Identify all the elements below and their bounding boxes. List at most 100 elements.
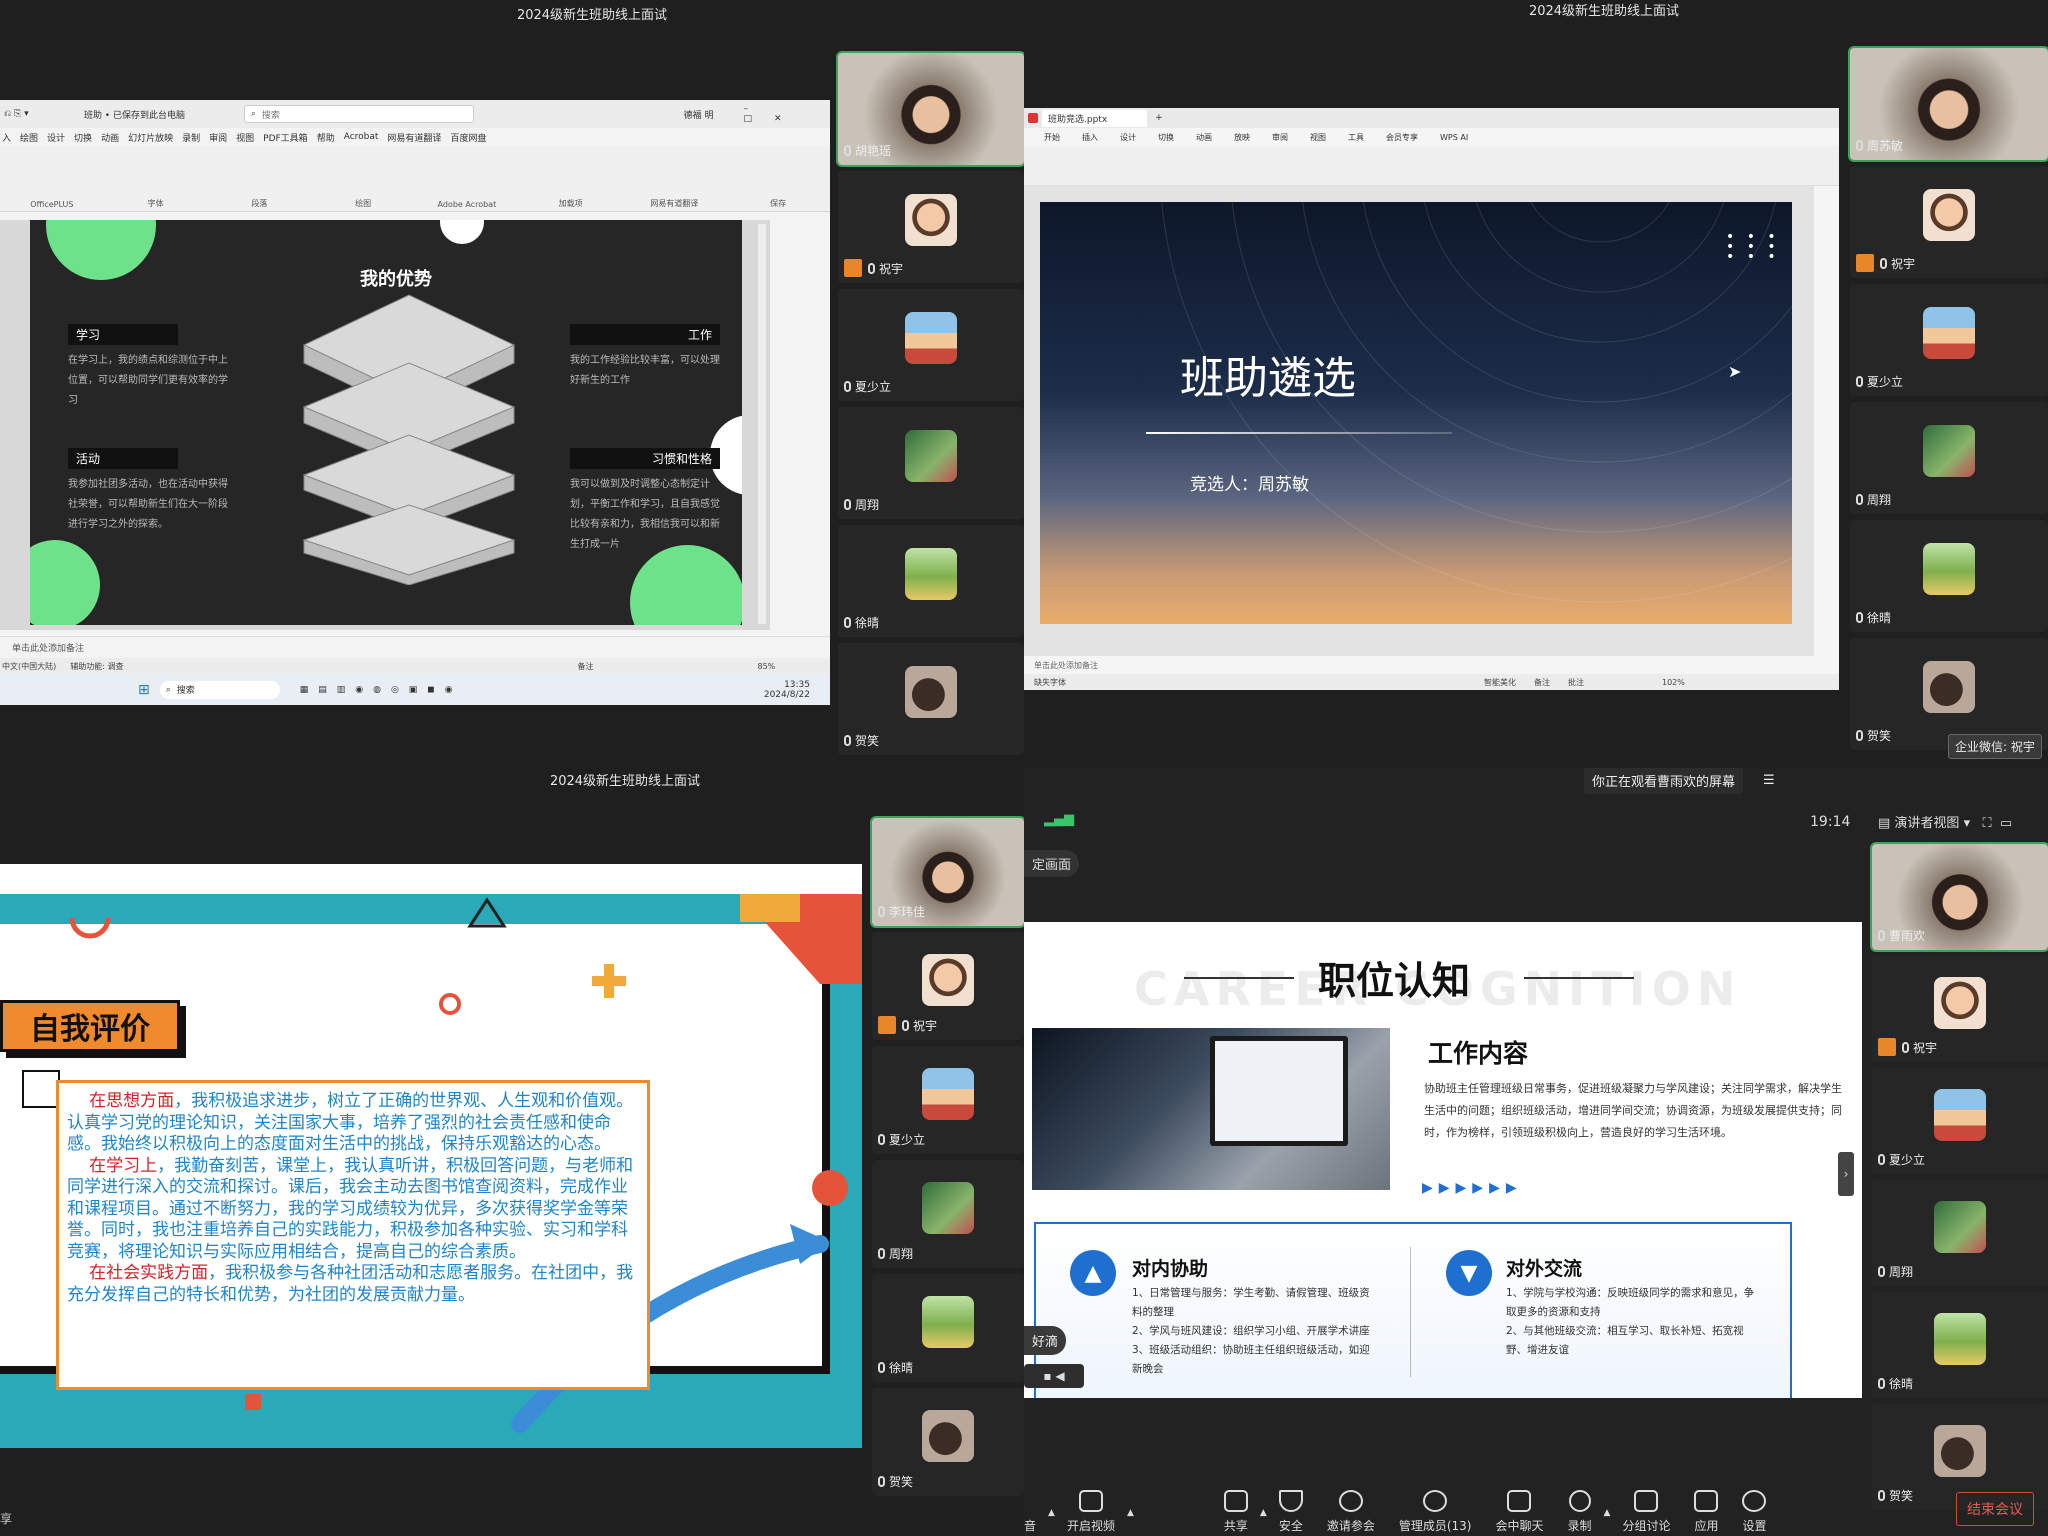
- menu-item[interactable]: Acrobat: [344, 132, 379, 142]
- participant-tile[interactable]: 徐晴: [838, 525, 1024, 637]
- participant-tile[interactable]: 祝宇: [872, 932, 1024, 1040]
- record-button[interactable]: 录制: [1568, 1490, 1592, 1534]
- menu-item[interactable]: 百度网盘: [450, 131, 486, 144]
- menu-item[interactable]: 入: [2, 131, 11, 144]
- banner-menu-icon[interactable]: ☰: [1763, 773, 1775, 788]
- participant-tile[interactable]: 李玮佳: [870, 816, 1024, 928]
- menu-item[interactable]: 工具: [1348, 132, 1364, 143]
- participant-tile[interactable]: 祝宇: [1872, 956, 2048, 1062]
- members-button[interactable]: 管理成员(13): [1399, 1490, 1471, 1534]
- menu-item[interactable]: 审阅: [1272, 132, 1288, 143]
- participant-tile[interactable]: 胡艳瑶: [836, 51, 1024, 167]
- menu-item[interactable]: PDF工具箱: [263, 131, 308, 144]
- end-meeting-button[interactable]: 结束会议: [1956, 1492, 2034, 1526]
- menu-item[interactable]: 视图: [236, 131, 254, 144]
- participant-tile[interactable]: 周翔: [872, 1160, 1024, 1268]
- menu-item[interactable]: 切换: [1158, 132, 1174, 143]
- participant-tile[interactable]: 祝宇: [838, 171, 1024, 283]
- participant-tile[interactable]: 周苏敏: [1848, 46, 2048, 162]
- menu-item[interactable]: 绘图: [20, 131, 38, 144]
- audio-button[interactable]: 音: [1024, 1517, 1036, 1534]
- right-toolbar[interactable]: [1819, 198, 1839, 528]
- participant-tile[interactable]: 祝宇: [1850, 166, 2048, 278]
- menu-item[interactable]: 放映: [1234, 132, 1250, 143]
- record-caret[interactable]: ▲: [1604, 1508, 1611, 1518]
- menu-item[interactable]: WPS AI: [1440, 133, 1468, 142]
- participant-tile[interactable]: 曹雨欢: [1870, 842, 2048, 952]
- menu-item[interactable]: 视图: [1310, 132, 1326, 143]
- start-icon[interactable]: ⊞: [138, 682, 150, 698]
- mic-icon: [878, 1134, 885, 1145]
- participant-tile[interactable]: 周翔: [1850, 402, 2048, 514]
- chat-button[interactable]: 会中聊天: [1495, 1490, 1544, 1534]
- menu-item[interactable]: 审阅: [209, 131, 227, 144]
- taskbar-search[interactable]: ⌕ 搜索: [159, 680, 280, 699]
- comment-button[interactable]: 备注: [1534, 677, 1550, 688]
- collapse-panel-button[interactable]: ›: [1838, 1152, 1854, 1196]
- participant-tile[interactable]: 徐晴: [872, 1274, 1024, 1382]
- meeting-window-q4: 你正在观看曹雨欢的屏幕 ☰ ▂▄▆ 19:14 ▤ 演讲者视图 ▾ ⛶ ▭ 定画…: [1024, 768, 2048, 1536]
- video-button[interactable]: 开启视频: [1067, 1490, 1115, 1534]
- menu-item[interactable]: 动画: [1196, 132, 1212, 143]
- shared-slide[interactable]: 自我评价 在思想方面，我积极追求进步，树立了正确的世界观、人生观和价值观。认真学…: [0, 864, 862, 1448]
- invite-button[interactable]: 邀请参会: [1327, 1490, 1375, 1534]
- settings-button[interactable]: 设置: [1742, 1490, 1766, 1534]
- security-button[interactable]: 安全: [1278, 1490, 1303, 1534]
- participant-tile[interactable]: 夏少立: [872, 1046, 1024, 1154]
- slide[interactable]: 我的优势 学习 在学习上，我的绩点和综测位于中上位置，可以帮助同学们更有效率的学…: [30, 220, 742, 625]
- menu-item[interactable]: 设计: [47, 131, 65, 144]
- participant-tile[interactable]: 周翔: [1872, 1180, 2048, 1286]
- participant-tile[interactable]: 贺笑: [872, 1388, 1024, 1496]
- menu-item[interactable]: 插入: [1082, 132, 1098, 143]
- menu-item[interactable]: 幻灯片放映: [128, 131, 173, 144]
- notes-pane[interactable]: 单击此处添加备注: [1034, 660, 1098, 671]
- video-caret[interactable]: ▲: [1127, 1508, 1134, 1518]
- participant-tile[interactable]: 周翔: [838, 407, 1024, 519]
- menu-item[interactable]: 动画: [101, 131, 119, 144]
- slide-nav-prev[interactable]: ▪ ◀: [1024, 1364, 1084, 1388]
- slide[interactable]: • • • • • • • • • 班助遴选 竞选人：周苏敏: [1040, 202, 1792, 624]
- menu-item[interactable]: 网易有道翻译: [387, 131, 441, 144]
- side-tools[interactable]: [785, 240, 825, 540]
- participant-tile[interactable]: 夏少立: [1872, 1068, 2048, 1174]
- audio-caret[interactable]: ▲: [1048, 1508, 1055, 1518]
- mic-icon: [1880, 257, 1887, 269]
- mic-icon: [1902, 1041, 1909, 1053]
- pin-view-button[interactable]: 定画面: [1024, 850, 1080, 877]
- zoom-level[interactable]: 102%: [1662, 678, 1685, 687]
- status-accessibility[interactable]: 辅助功能: 调查: [70, 661, 123, 672]
- menu-item[interactable]: 开始: [1044, 132, 1060, 143]
- participant-tile[interactable]: 徐晴: [1872, 1292, 2048, 1398]
- participant-tile[interactable]: 夏少立: [838, 289, 1024, 401]
- shared-slide[interactable]: CAREER COGNITION 职位认知 工作内容 协助班主任管理班级日常事务…: [1024, 922, 1862, 1398]
- view-mode-button[interactable]: ▤ 演讲者视图 ▾ ⛶ ▭: [1878, 812, 2012, 831]
- notes-pane[interactable]: 单击此处添加备注: [0, 636, 830, 656]
- missing-font-status[interactable]: 缺失字体: [1034, 677, 1066, 688]
- new-tab-button[interactable]: +: [1155, 113, 1163, 123]
- doc-tab[interactable]: 班助竞选.pptx: [1042, 109, 1148, 127]
- menu-item[interactable]: 录制: [182, 131, 200, 144]
- quick-access-icons[interactable]: ⎌ ⎘ ▾: [4, 109, 84, 119]
- participant-tile[interactable]: 徐晴: [1850, 520, 2048, 632]
- security-label: 安全: [1278, 1519, 1303, 1533]
- status-notes[interactable]: 备注: [578, 661, 594, 672]
- share-button[interactable]: 共享: [1223, 1490, 1248, 1534]
- search-box[interactable]: ⌕ 搜索: [243, 105, 474, 123]
- window-controls[interactable]: –□✕: [744, 104, 830, 124]
- participant-tile[interactable]: 夏少立: [1850, 284, 2048, 396]
- menu-item[interactable]: 帮助: [317, 131, 335, 144]
- vertical-scrollbar[interactable]: [758, 224, 766, 624]
- taskbar-apps[interactable]: ▦▤▥◉◍◎▣◼◉: [300, 685, 463, 695]
- beautify-button[interactable]: 智能美化: [1484, 677, 1516, 688]
- breakout-button[interactable]: 分组讨论: [1622, 1490, 1670, 1534]
- apps-button[interactable]: 应用: [1694, 1490, 1718, 1534]
- menu-item[interactable]: 会员专享: [1386, 132, 1418, 143]
- zoom-level[interactable]: 85%: [758, 662, 776, 671]
- host-badge-icon: [1856, 254, 1874, 272]
- menu-item[interactable]: 设计: [1120, 132, 1136, 143]
- user-name[interactable]: 德福 明: [684, 108, 714, 121]
- annotate-button[interactable]: 批注: [1568, 677, 1584, 688]
- share-caret[interactable]: ▲: [1260, 1508, 1267, 1518]
- participant-tile[interactable]: 贺笑: [838, 643, 1024, 755]
- menu-item[interactable]: 切换: [74, 131, 92, 144]
